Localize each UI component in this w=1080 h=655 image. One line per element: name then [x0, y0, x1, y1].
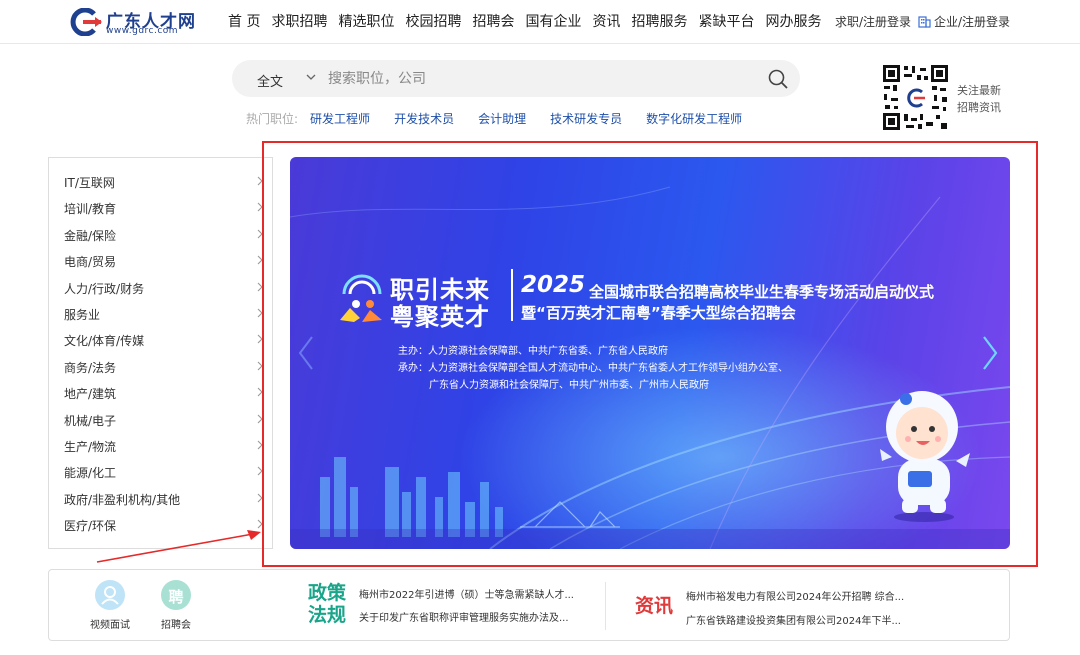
sidebar-category[interactable]: 金融/保险 [64, 227, 269, 245]
category-sidebar: IT/互联网 培训/教育金融/保险电商/贸易人力/行政/财务 服务业文化/体育/传媒… [48, 157, 273, 549]
policy-title-line2: 法规 [308, 604, 347, 626]
sidebar-category-label: 地产/建筑 [64, 387, 117, 402]
info-news-link[interactable]: 广东省铁路建设投资集团有限公司2024年下半... [686, 612, 921, 627]
nav-campus[interactable]: 校园招聘 [405, 11, 461, 31]
sidebar-category[interactable]: 能源/化工 [64, 464, 269, 482]
hot-jobs-label: 热门职位: [246, 112, 299, 126]
sidebar-category[interactable]: 电商/贸易 [64, 253, 269, 271]
banner-divider [511, 269, 513, 321]
sidebar-category[interactable]: 文化/体育/传媒 [64, 332, 269, 350]
banner-undertaker: 承办：人力资源社会保障部全国人才流动中心、中共广东省委人才工作领导小组办公室、 [398, 363, 788, 374]
nav-news[interactable]: 资讯 [592, 11, 620, 31]
bottom-divider [605, 582, 606, 630]
event-logo: 职引未来 粤聚英才 [336, 270, 502, 331]
sidebar-category-label: 文化/体育/传媒 [64, 334, 145, 349]
mascot-icon [880, 391, 970, 522]
company-login-link[interactable]: 企业/注册登录 [918, 13, 1010, 30]
banner-undertaker-cont: 广东省人力资源和社会保障厅、中共广州市委、广州市人民政府 [429, 380, 709, 391]
nav-shortage[interactable]: 紧缺平台 [698, 11, 754, 31]
policy-news-link[interactable]: 梅州市2022年引进博（硕）士等急需紧缺人才... [359, 586, 594, 601]
red-pointer-arrow [96, 530, 261, 563]
sidebar-category-label: 政府/非盈利机构/其他 [64, 492, 181, 507]
company-login-label: 企业/注册登录 [934, 15, 1011, 29]
nav-state-owned[interactable]: 国有企业 [525, 11, 581, 31]
info-news-link[interactable]: 梅州市裕发电力有限公司2024年公开招聘 综合... [686, 588, 921, 603]
hot-jobs: 热门职位: 研发工程师 开发技术员 会计助理 技术研发专员 数字化研发工程师 [246, 110, 766, 127]
nav-services[interactable]: 招聘服务 [631, 11, 687, 31]
banner-year: 2025 [521, 272, 586, 298]
sidebar-category[interactable]: 地产/建筑 [64, 385, 269, 403]
nav-jobs[interactable]: 求职招聘 [271, 11, 327, 31]
sidebar-category[interactable]: 机械/电子 [64, 412, 269, 430]
sidebar-category[interactable]: 政府/非盈利机构/其他 [64, 491, 269, 509]
sidebar-category-label: 金融/保险 [64, 228, 117, 243]
qr-caption: 关注最新 招聘资讯 [957, 82, 1017, 116]
nav-home[interactable]: 首 页 [228, 11, 260, 31]
sidebar-category-label: 人力/行政/财务 [64, 281, 145, 296]
sidebar-category[interactable]: IT/互联网 [64, 174, 269, 192]
sidebar-category[interactable]: 培训/教育 [64, 200, 269, 218]
nav-job-fair[interactable]: 招聘会 [472, 11, 514, 31]
sidebar-category-label: 培训/教育 [64, 202, 117, 217]
sidebar-category[interactable]: 生产/物流 [64, 438, 269, 456]
site-logo[interactable]: 广东人才网 www.gdrc.com [68, 6, 198, 38]
qr-code-icon [882, 64, 949, 131]
hot-job-link[interactable]: 技术研发专员 [550, 110, 622, 127]
sidebar-category-label: 能源/化工 [64, 466, 117, 481]
bottom-panel: 视频面试 聘 招聘会 政策 法规 梅州市2022年引进博（硕）士等急需紧缺人才.… [48, 569, 1010, 641]
hire-char-icon: 聘 [161, 580, 191, 610]
sidebar-category[interactable]: 服务业 [64, 306, 269, 324]
sidebar-category-label: IT/互联网 [64, 176, 115, 190]
building-icon [918, 15, 931, 28]
hot-job-link[interactable]: 数字化研发工程师 [646, 110, 742, 127]
carousel-prev-icon[interactable] [296, 333, 316, 373]
job-fair-button[interactable]: 聘 招聘会 [151, 580, 201, 631]
policy-title[interactable]: 政策 法规 [308, 582, 346, 626]
user-icon [95, 580, 125, 610]
logo-mark-icon [70, 8, 102, 36]
video-interview-label: 视频面试 [90, 620, 130, 631]
search-bar: 全文 [232, 60, 800, 97]
policy-news-link[interactable]: 关于印发广东省职称评审管理服务实施办法及... [359, 609, 594, 624]
nav-online-office[interactable]: 网办服务 [765, 11, 821, 31]
hot-job-link[interactable]: 会计助理 [478, 110, 526, 127]
main-nav: 首 页 求职招聘 精选职位 校园招聘 招聘会 国有企业 资讯 招聘服务 紧缺平台… [228, 11, 832, 31]
sidebar-category-label: 机械/电子 [64, 413, 117, 428]
news-title[interactable]: 资讯 [635, 595, 673, 617]
event-logo-line2: 粤聚英才 [390, 303, 490, 331]
hire-char: 聘 [168, 588, 184, 606]
sidebar-category-label: 商务/法务 [64, 360, 117, 375]
qr-caption-line2: 招聘资讯 [957, 101, 1001, 114]
video-interview-button[interactable]: 视频面试 [85, 580, 135, 631]
nav-featured[interactable]: 精选职位 [338, 11, 394, 31]
top-header: 广东人才网 www.gdrc.com 首 页 求职招聘 精选职位 校园招聘 招聘… [0, 0, 1080, 44]
job-fair-label: 招聘会 [161, 620, 191, 631]
sidebar-category-label: 服务业 [64, 308, 101, 322]
search-icon[interactable] [767, 68, 789, 90]
carousel-next-icon[interactable] [980, 333, 1000, 373]
qr-caption-line1: 关注最新 [957, 84, 1001, 97]
sidebar-category[interactable]: 人力/行政/财务 [64, 280, 269, 298]
hot-job-link[interactable]: 开发技术员 [394, 110, 454, 127]
policy-title-line1: 政策 [308, 582, 347, 604]
jobseeker-login-link[interactable]: 求职/注册登录 [835, 13, 911, 30]
logo-url: www.gdrc.com [106, 26, 179, 36]
hot-job-link[interactable]: 研发工程师 [310, 110, 370, 127]
search-scope-select[interactable]: 全文 [257, 71, 283, 90]
search-input[interactable] [328, 66, 748, 91]
event-figure-icon [340, 274, 382, 322]
sidebar-category-label: 生产/物流 [64, 440, 117, 454]
banner-title: 全国城市联合招聘高校毕业生春季专场活动启动仪式 [589, 283, 935, 301]
sidebar-category[interactable]: 商务/法务 [64, 359, 269, 377]
banner-subtitle: 暨“百万英才汇南粤”春季大型综合招聘会 [521, 304, 796, 322]
chevron-down-icon[interactable] [305, 71, 317, 83]
banner-organizer: 主办：人力资源社会保障部、中共广东省委、广东省人民政府 [398, 346, 668, 357]
sidebar-category-label: 电商/贸易 [64, 255, 117, 270]
hero-banner[interactable]: 职引未来 粤聚英才 2025 全国城市联合招聘高校毕业生春季专场活动启动仪式 暨… [290, 157, 1010, 549]
